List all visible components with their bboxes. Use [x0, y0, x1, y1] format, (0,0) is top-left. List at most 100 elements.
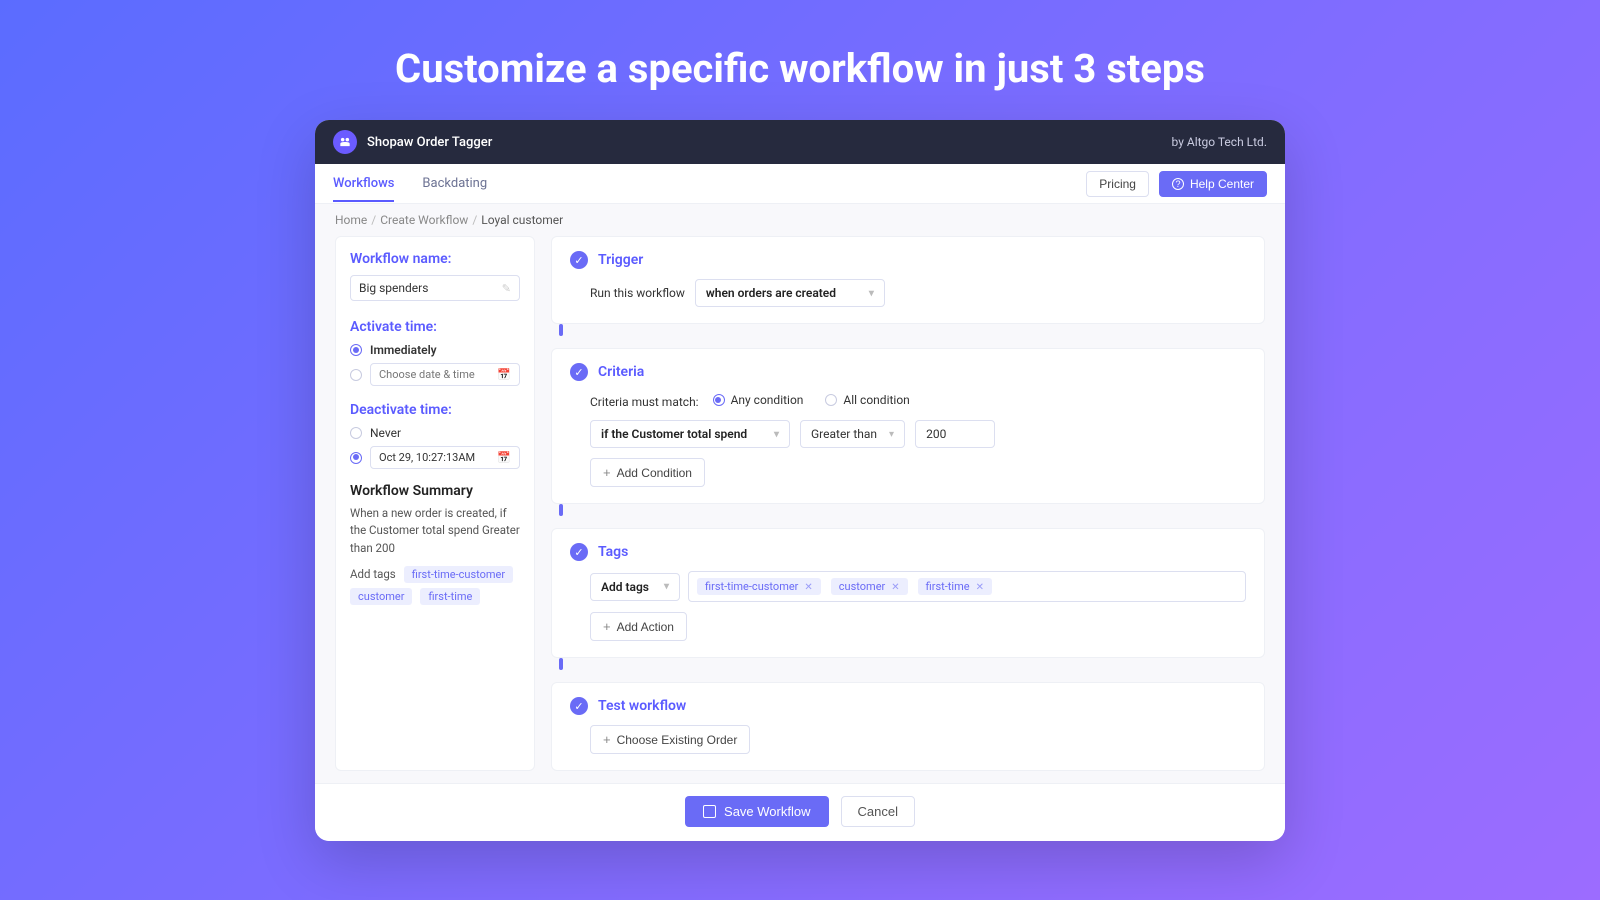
trigger-select-value: when orders are created	[706, 286, 836, 300]
deactivate-schedule-radio[interactable]	[350, 452, 362, 464]
criteria-match-label: Criteria must match:	[590, 395, 699, 409]
criteria-title: Criteria	[598, 364, 644, 380]
panel-connector	[559, 658, 563, 670]
chevron-down-icon: ▾	[774, 429, 779, 440]
tab-backdating[interactable]: Backdating	[422, 165, 487, 202]
trigger-select[interactable]: when orders are created ▾	[695, 279, 885, 307]
footer-bar: Save Workflow Cancel	[315, 783, 1285, 841]
tags-panel: ✓ Tags Add tags ▾ first-time-customer✕ c…	[551, 528, 1265, 658]
workflow-name-input[interactable]: Big spenders ✎	[350, 275, 520, 301]
chevron-down-icon: ▾	[889, 429, 894, 440]
app-window: Shopaw Order Tagger by Altgo Tech Ltd. W…	[315, 120, 1285, 841]
main-panels: ✓ Trigger Run this workflow when orders …	[551, 236, 1265, 771]
criteria-any-label: Any condition	[731, 393, 804, 407]
activate-immediately-radio[interactable]	[350, 344, 362, 356]
deactivate-date-input[interactable]: Oct 29, 10:27:13AM 📅	[370, 446, 520, 469]
tags-title: Tags	[598, 544, 628, 560]
criteria-field-select[interactable]: if the Customer total spend ▾	[590, 420, 790, 448]
save-workflow-label: Save Workflow	[724, 804, 810, 819]
breadcrumb-create-workflow[interactable]: Create Workflow	[380, 213, 468, 227]
app-logo-icon	[333, 130, 357, 154]
cancel-button[interactable]: Cancel	[841, 796, 915, 827]
app-vendor: by Altgo Tech Ltd.	[1172, 135, 1267, 149]
check-icon: ✓	[570, 697, 588, 715]
criteria-operator-select[interactable]: Greater than ▾	[800, 420, 905, 448]
workflow-name-value: Big spenders	[359, 281, 428, 295]
activate-schedule-radio[interactable]	[350, 369, 362, 381]
tag-remove-icon[interactable]: ✕	[804, 582, 812, 593]
panel-connector	[559, 504, 563, 516]
tag-item: customer✕	[831, 578, 908, 595]
help-icon: ?	[1172, 178, 1184, 190]
activate-time-label: Activate time:	[350, 319, 520, 335]
save-icon	[703, 805, 716, 818]
criteria-field-value: if the Customer total spend	[601, 427, 747, 441]
sidebar-panel: Workflow name: Big spenders ✎ Activate t…	[335, 236, 535, 771]
deactivate-time-label: Deactivate time:	[350, 402, 520, 418]
tag-remove-icon[interactable]: ✕	[976, 582, 984, 593]
chevron-down-icon: ▾	[664, 581, 669, 592]
tags-action-select[interactable]: Add tags ▾	[590, 573, 680, 601]
deactivate-never-text: Never	[370, 426, 401, 440]
summary-tag: customer	[350, 588, 412, 605]
add-action-button[interactable]: + Add Action	[590, 612, 687, 641]
summary-addtags-label: Add tags	[350, 567, 396, 581]
app-header: Shopaw Order Tagger by Altgo Tech Ltd.	[315, 120, 1285, 164]
check-icon: ✓	[570, 363, 588, 381]
deactivate-never-radio[interactable]	[350, 427, 362, 439]
plus-icon: +	[603, 619, 611, 634]
workflow-summary-text: When a new order is created, if the Cust…	[350, 505, 520, 557]
choose-existing-order-button[interactable]: + Choose Existing Order	[590, 725, 750, 754]
calendar-icon: 📅	[497, 451, 511, 464]
nav-row: Workflows Backdating Pricing ? Help Cent…	[315, 164, 1285, 204]
workflow-name-label: Workflow name:	[350, 251, 520, 267]
workflow-summary-label: Workflow Summary	[350, 483, 520, 499]
add-condition-button[interactable]: + Add Condition	[590, 458, 705, 487]
check-icon: ✓	[570, 251, 588, 269]
app-name: Shopaw Order Tagger	[367, 135, 492, 150]
plus-icon: +	[603, 465, 611, 480]
breadcrumb-home[interactable]: Home	[335, 213, 367, 227]
activate-date-placeholder: Choose date & time	[379, 368, 475, 381]
trigger-run-label: Run this workflow	[590, 286, 685, 300]
test-workflow-title: Test workflow	[598, 698, 686, 714]
activate-date-input[interactable]: Choose date & time 📅	[370, 363, 520, 386]
panel-connector	[559, 324, 563, 336]
hero-title: Customize a specific workflow in just 3 …	[0, 0, 1600, 120]
tag-item: first-time-customer✕	[697, 578, 821, 595]
deactivate-date-value: Oct 29, 10:27:13AM	[379, 451, 475, 464]
tag-item: first-time✕	[918, 578, 992, 595]
tags-input[interactable]: first-time-customer✕ customer✕ first-tim…	[688, 571, 1246, 602]
help-center-label: Help Center	[1190, 177, 1254, 191]
activate-immediately-text: Immediately	[370, 343, 437, 357]
add-condition-label: Add Condition	[617, 466, 692, 480]
plus-icon: +	[603, 732, 611, 747]
tab-workflows[interactable]: Workflows	[333, 165, 394, 202]
save-workflow-button[interactable]: Save Workflow	[685, 796, 828, 827]
breadcrumb: Home/ Create Workflow/ Loyal customer	[315, 204, 1285, 236]
summary-tag: first-time-customer	[404, 566, 513, 583]
add-action-label: Add Action	[617, 620, 674, 634]
help-center-button[interactable]: ? Help Center	[1159, 171, 1267, 197]
summary-tag: first-time	[420, 588, 480, 605]
trigger-panel: ✓ Trigger Run this workflow when orders …	[551, 236, 1265, 324]
criteria-value-input[interactable]: 200	[915, 420, 995, 448]
nav-tabs: Workflows Backdating	[333, 165, 487, 202]
criteria-panel: ✓ Criteria Criteria must match: Any cond…	[551, 348, 1265, 504]
content-area: Workflow name: Big spenders ✎ Activate t…	[315, 236, 1285, 783]
criteria-all-label: All condition	[843, 393, 909, 407]
test-workflow-panel: ✓ Test workflow + Choose Existing Order	[551, 682, 1265, 771]
tag-remove-icon[interactable]: ✕	[891, 582, 899, 593]
choose-existing-order-label: Choose Existing Order	[617, 733, 738, 747]
criteria-operator-value: Greater than	[811, 427, 877, 441]
calendar-icon: 📅	[497, 368, 511, 381]
check-icon: ✓	[570, 543, 588, 561]
criteria-any-radio[interactable]	[713, 394, 725, 406]
breadcrumb-current: Loyal customer	[481, 213, 563, 227]
criteria-all-radio[interactable]	[825, 394, 837, 406]
trigger-title: Trigger	[598, 252, 643, 268]
edit-icon: ✎	[502, 282, 511, 295]
pricing-button[interactable]: Pricing	[1086, 171, 1149, 197]
tags-action-value: Add tags	[601, 580, 649, 594]
chevron-down-icon: ▾	[869, 288, 874, 299]
